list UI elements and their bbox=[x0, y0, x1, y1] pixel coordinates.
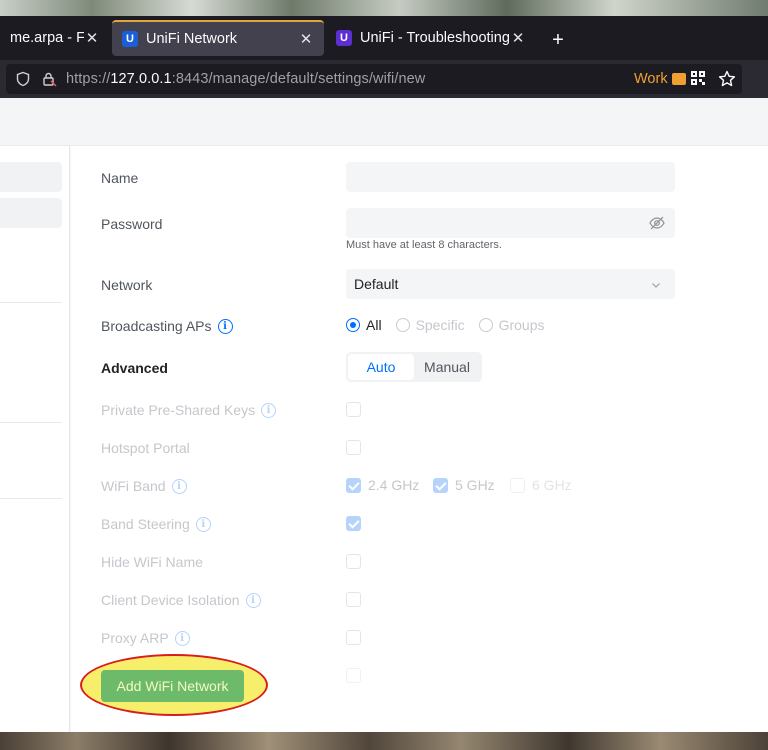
divider bbox=[0, 302, 62, 303]
qr-code-icon[interactable] bbox=[690, 70, 708, 88]
band-2g-option[interactable]: 2.4 GHz bbox=[346, 477, 419, 493]
info-icon[interactable]: i bbox=[261, 402, 277, 418]
info-icon[interactable]: i bbox=[217, 318, 233, 334]
broadcasting-aps-label: Broadcasting APs i bbox=[101, 318, 233, 334]
divider bbox=[0, 498, 62, 499]
band-steering-text: Band Steering bbox=[101, 516, 190, 532]
proxy-arp-text: Proxy ARP bbox=[101, 630, 169, 646]
tab-unifi-network[interactable]: U UniFi Network ✕ bbox=[112, 20, 324, 56]
radio-label: All bbox=[366, 317, 382, 333]
network-label: Network bbox=[101, 277, 153, 293]
unifi-logo-icon: U bbox=[336, 30, 352, 46]
url-scheme: https:// bbox=[66, 71, 111, 87]
eye-slash-icon[interactable] bbox=[649, 215, 665, 231]
radio-specific[interactable]: Specific bbox=[395, 317, 465, 333]
password-hint: Must have at least 8 characters. bbox=[346, 239, 502, 251]
password-input[interactable] bbox=[346, 208, 675, 238]
client-isolation-text: Client Device Isolation bbox=[101, 592, 240, 608]
close-icon[interactable]: ✕ bbox=[84, 29, 100, 47]
add-wifi-network-button[interactable]: Add WiFi Network bbox=[101, 670, 244, 702]
band-6g-checkbox[interactable] bbox=[510, 477, 525, 493]
broadcasting-aps-text: Broadcasting APs bbox=[101, 318, 212, 334]
desktop-wallpaper-bottom bbox=[0, 732, 768, 750]
tab-bar: me.arpa - Fire ✕ U UniFi Network ✕ U Uni… bbox=[0, 16, 768, 60]
shield-icon[interactable] bbox=[14, 70, 32, 88]
password-label: Password bbox=[101, 216, 163, 232]
hotspot-portal-label: Hotspot Portal bbox=[101, 440, 190, 456]
left-panel-field[interactable] bbox=[0, 198, 62, 228]
url-bar[interactable]: https://127.0.0.1:8443/manage/default/se… bbox=[6, 64, 742, 94]
tab-unifi-troubleshooting[interactable]: U UniFi - Troubleshooting U ✕ bbox=[326, 20, 536, 56]
info-icon[interactable]: i bbox=[195, 516, 211, 532]
hide-wifi-name-checkbox[interactable] bbox=[346, 554, 361, 569]
client-isolation-checkbox[interactable] bbox=[346, 592, 361, 607]
url-host: 127.0.0.1 bbox=[110, 71, 172, 87]
wifi-form: Name Password Must have at least 8 chara… bbox=[71, 146, 768, 732]
hotspot-portal-checkbox[interactable] bbox=[346, 440, 361, 455]
advanced-auto-option[interactable]: Auto bbox=[348, 354, 414, 380]
close-icon[interactable]: ✕ bbox=[298, 30, 314, 48]
wifi-band-label: WiFi Band i bbox=[101, 478, 187, 494]
page-content: Name Password Must have at least 8 chara… bbox=[0, 98, 768, 732]
name-label: Name bbox=[101, 170, 139, 186]
desktop-wallpaper-top bbox=[0, 0, 768, 16]
radio-label: Specific bbox=[415, 317, 465, 333]
radio-dot bbox=[478, 318, 493, 332]
briefcase-icon bbox=[671, 73, 686, 85]
container-label[interactable]: Work bbox=[634, 71, 686, 87]
bookmark-star-icon[interactable] bbox=[718, 70, 736, 88]
nav-toolbar: https://127.0.0.1:8443/manage/default/se… bbox=[0, 60, 768, 98]
band-5g-label: 5 GHz bbox=[455, 477, 495, 493]
band-steering-label: Band Steering i bbox=[101, 516, 211, 532]
hide-wifi-name-label: Hide WiFi Name bbox=[101, 554, 203, 570]
network-select[interactable]: Default bbox=[346, 269, 675, 299]
divider bbox=[0, 422, 62, 423]
band-steering-checkbox[interactable] bbox=[346, 516, 361, 531]
band-2g-checkbox[interactable] bbox=[346, 477, 361, 493]
url-text: https://127.0.0.1:8443/manage/default/se… bbox=[66, 71, 425, 87]
chevron-down-icon bbox=[651, 277, 661, 288]
tab-title: UniFi Network bbox=[146, 31, 238, 47]
band-5g-option[interactable]: 5 GHz bbox=[433, 477, 495, 493]
band-6g-label: 6 GHz bbox=[532, 477, 572, 493]
advanced-label: Advanced bbox=[101, 360, 168, 376]
radio-label: Groups bbox=[498, 317, 545, 333]
unifi-logo-icon: U bbox=[122, 31, 138, 47]
band-2g-label: 2.4 GHz bbox=[368, 477, 420, 493]
hidden-option-checkbox[interactable] bbox=[346, 668, 361, 683]
url-path: :8443/manage/default/settings/wifi/new bbox=[171, 71, 426, 87]
radio-all[interactable]: All bbox=[346, 317, 382, 333]
radio-groups[interactable]: Groups bbox=[478, 317, 545, 333]
info-icon[interactable]: i bbox=[174, 630, 190, 646]
new-tab-plus-icon[interactable]: + bbox=[546, 28, 570, 52]
wifi-band-text: WiFi Band bbox=[101, 478, 166, 494]
info-icon[interactable]: i bbox=[245, 592, 261, 608]
lock-warning-icon[interactable] bbox=[40, 70, 58, 88]
private-psk-label: Private Pre-Shared Keys i bbox=[101, 402, 277, 418]
close-icon[interactable]: ✕ bbox=[510, 29, 526, 47]
tab-title: me.arpa - Fire bbox=[10, 30, 84, 46]
radio-dot bbox=[395, 318, 410, 332]
radio-dot bbox=[346, 318, 360, 332]
broadcasting-aps-radio-group: All Specific Groups bbox=[346, 317, 559, 333]
name-input[interactable] bbox=[346, 162, 675, 192]
proxy-arp-checkbox[interactable] bbox=[346, 630, 361, 645]
private-psk-checkbox[interactable] bbox=[346, 402, 361, 417]
tab-title: UniFi - Troubleshooting U bbox=[360, 30, 510, 46]
band-6g-option[interactable]: 6 GHz bbox=[510, 477, 572, 493]
advanced-mode-toggle: Auto Manual bbox=[346, 352, 482, 382]
tab-firewall[interactable]: me.arpa - Fire ✕ bbox=[0, 20, 110, 56]
info-icon[interactable]: i bbox=[171, 478, 187, 494]
advanced-manual-option[interactable]: Manual bbox=[414, 354, 480, 380]
client-isolation-label: Client Device Isolation i bbox=[101, 592, 261, 608]
band-5g-checkbox[interactable] bbox=[433, 477, 448, 493]
left-panel-field[interactable] bbox=[0, 162, 62, 192]
container-name: Work bbox=[634, 71, 668, 87]
private-psk-text: Private Pre-Shared Keys bbox=[101, 402, 256, 418]
left-settings-panel bbox=[0, 146, 70, 732]
network-value: Default bbox=[354, 276, 399, 292]
proxy-arp-label: Proxy ARP i bbox=[101, 630, 190, 646]
page-header bbox=[0, 98, 768, 146]
